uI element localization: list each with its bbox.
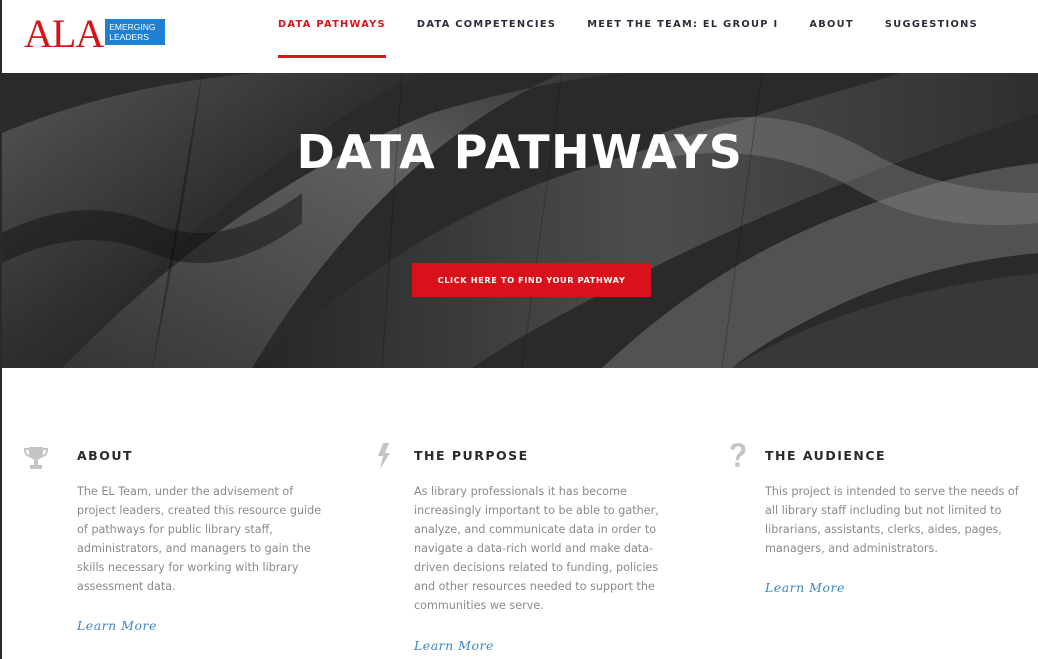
nav-item-data-competencies[interactable]: DATA COMPETENCIES — [417, 0, 556, 73]
logo-emerging-leaders-badge: EMERGING LEADERS — [105, 19, 166, 45]
feature-about-line: project leaders, created this resource g… — [77, 504, 322, 517]
feature-audience-title: THE AUDIENCE — [765, 448, 887, 463]
browser-page: ALA EMERGING LEADERS DATA PATHWAYS DATA … — [0, 0, 1038, 659]
feature-purpose-line: communities we serve. — [414, 599, 544, 612]
logo-ala-text: ALA — [24, 11, 104, 56]
feature-audience-line: all library staff including but not limi… — [765, 504, 1002, 517]
feature-purpose-line: analyze, and communicate data in order t… — [414, 523, 657, 536]
feature-about-text: The EL Team, under the advisement of pro… — [77, 482, 321, 596]
feature-audience-line: librarians, assistants, clerks, aides, p… — [765, 523, 1002, 536]
feature-purpose-line: navigate a data-rich world and make data… — [414, 542, 654, 555]
lightning-bolt-icon — [378, 443, 390, 469]
feature-audience-line: This project is intended to serve the ne… — [765, 485, 1019, 498]
site-header: ALA EMERGING LEADERS DATA PATHWAYS DATA … — [2, 0, 1038, 73]
nav-item-data-pathways[interactable]: DATA PATHWAYS — [278, 0, 386, 73]
nav-item-suggestions[interactable]: SUGGESTIONS — [885, 0, 978, 73]
logo-badge-line1: EMERGING — [109, 22, 156, 32]
nav-item-meet-the-team[interactable]: MEET THE TEAM: EL GROUP I — [587, 0, 778, 73]
feature-about-learn-more-link[interactable]: Learn More — [77, 618, 157, 633]
feature-about-line: of pathways for public library staff, — [77, 523, 273, 536]
feature-about-line: assessment data. — [77, 580, 176, 593]
feature-purpose-text: As library professionals it has become i… — [414, 482, 659, 615]
question-mark-icon — [730, 443, 746, 467]
hero-banner: DATA PATHWAYS CLICK HERE TO FIND YOUR PA… — [2, 73, 1038, 368]
feature-audience-text: This project is intended to serve the ne… — [765, 482, 1019, 558]
logo-badge-line2: LEADERS — [109, 32, 149, 42]
feature-purpose-learn-more-link[interactable]: Learn More — [414, 638, 494, 653]
ala-emerging-leaders-logo[interactable]: ALA EMERGING LEADERS — [24, 11, 166, 56]
find-your-pathway-button[interactable]: CLICK HERE TO FIND YOUR PATHWAY — [412, 263, 651, 297]
feature-purpose-title: THE PURPOSE — [414, 448, 529, 463]
feature-about-title: ABOUT — [77, 448, 134, 463]
feature-audience-learn-more-link[interactable]: Learn More — [765, 580, 845, 595]
feature-audience-line: managers, and administrators. — [765, 542, 938, 555]
nav-item-about[interactable]: ABOUT — [809, 0, 854, 73]
feature-purpose-line: and other resources needed to support th… — [414, 580, 655, 593]
trophy-icon — [24, 447, 48, 469]
hero-background-image — [2, 73, 1038, 368]
feature-about-line: skills necessary for working with librar… — [77, 561, 299, 574]
hero-title: DATA PATHWAYS — [296, 125, 744, 179]
feature-purpose-line: increasingly important to be able to gat… — [414, 504, 659, 517]
feature-purpose-line: driven decisions related to funding, pol… — [414, 561, 659, 574]
feature-purpose-line: As library professionals it has become — [414, 485, 627, 498]
main-nav: DATA PATHWAYS DATA COMPETENCIES MEET THE… — [278, 0, 1009, 73]
feature-about-line: administrators, and managers to gain the — [77, 542, 311, 555]
feature-about-line: The EL Team, under the advisement of — [77, 485, 294, 498]
